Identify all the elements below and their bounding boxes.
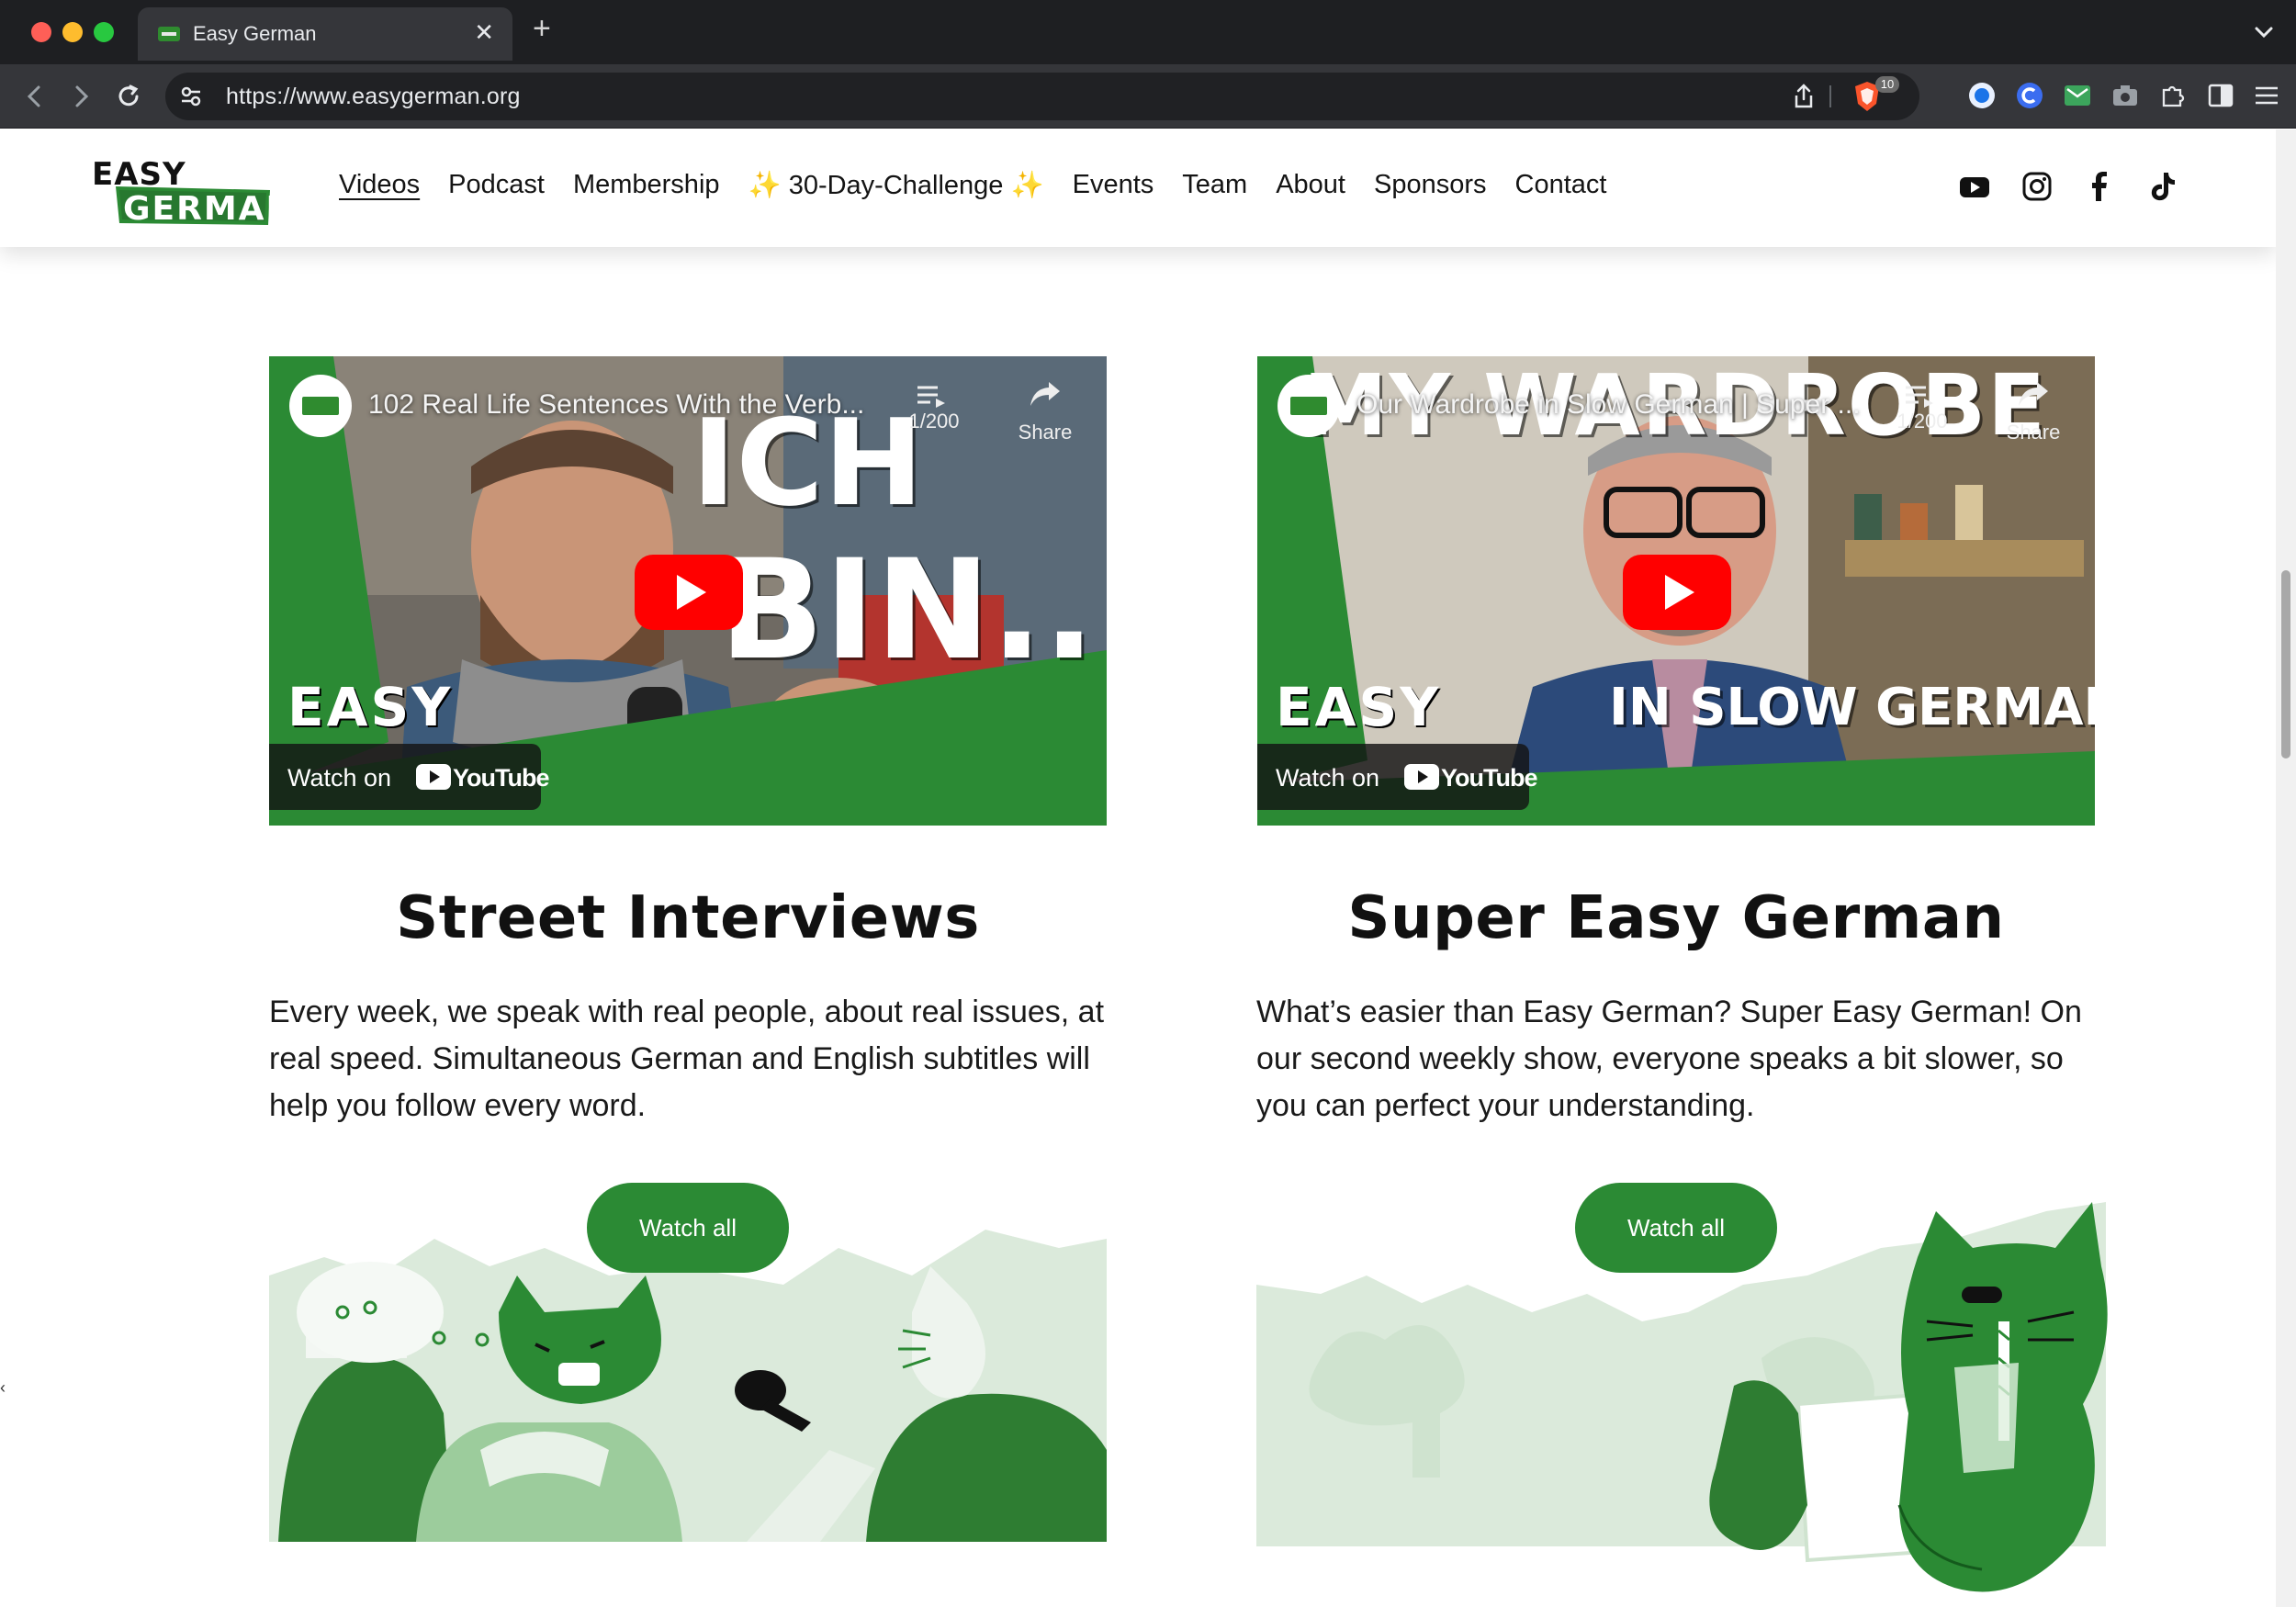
video-title[interactable]: 102 Real Life Sentences With the Verb... bbox=[368, 389, 864, 421]
sidebar-toggle-icon[interactable] bbox=[2204, 79, 2237, 112]
tab-title: Easy German bbox=[193, 22, 317, 45]
menu-icon[interactable] bbox=[2250, 79, 2283, 112]
web-page: EASY GERMAN Videos Podcast Membership ✨ … bbox=[0, 129, 2276, 1607]
youtube-logo: YouTube bbox=[1404, 762, 1537, 792]
page-scrollbar[interactable] bbox=[2276, 129, 2296, 1607]
browser-toolbar: https://www.easygerman.org 10 bbox=[0, 64, 2296, 129]
nav-item-contact[interactable]: Contact bbox=[1515, 170, 1607, 201]
nav-item-videos[interactable]: Videos bbox=[339, 170, 420, 201]
sparkle-icon: ✨ bbox=[748, 171, 782, 200]
address-bar[interactable]: https://www.easygerman.org 10 bbox=[165, 73, 1919, 120]
playlist-count: 1/200 bbox=[1896, 410, 1948, 433]
back-button[interactable] bbox=[18, 80, 51, 113]
youtube-label: YouTube bbox=[453, 764, 549, 792]
watch-on-label: Watch on bbox=[287, 764, 392, 792]
share-arrow-icon bbox=[1030, 382, 1060, 406]
share-label: Share bbox=[2006, 421, 2061, 444]
easy-german-logo[interactable]: EASY GERMAN bbox=[88, 153, 272, 227]
channel-avatar[interactable] bbox=[289, 375, 352, 437]
thumbnail-text: BIN... bbox=[719, 531, 1107, 691]
playlist-button[interactable]: 1/200 bbox=[1895, 384, 1950, 433]
playlist-icon bbox=[917, 386, 945, 408]
share-icon[interactable] bbox=[1791, 83, 1817, 110]
video-embed-super-easy-german[interactable]: MY WARDROBE IN SLOW GERMAN EASY Our Ward… bbox=[1257, 356, 2095, 826]
playlist-count: 1/200 bbox=[908, 410, 960, 433]
tiktok-icon[interactable] bbox=[2145, 170, 2178, 203]
favicon-icon bbox=[158, 27, 180, 41]
youtube-logo-icon bbox=[416, 764, 451, 790]
reload-button[interactable] bbox=[112, 80, 145, 113]
shield-count-badge: 10 bbox=[1875, 76, 1899, 93]
camera-extension-icon[interactable] bbox=[2109, 79, 2142, 112]
close-tab-icon[interactable]: ✕ bbox=[474, 18, 494, 47]
watch-on-youtube-button[interactable]: Watch on YouTube bbox=[1257, 744, 1537, 810]
main-nav: Videos Podcast Membership ✨ 30-Day-Chall… bbox=[339, 170, 1635, 201]
youtube-icon[interactable] bbox=[1958, 170, 1991, 203]
share-arrow-icon bbox=[2019, 382, 2048, 406]
url-text: https://www.easygerman.org bbox=[226, 84, 521, 109]
forward-button[interactable] bbox=[64, 80, 97, 113]
video-embed-street-interviews[interactable]: ICH BIN... EASY 102 Real Life Sentences … bbox=[269, 356, 1107, 826]
mail-extension-icon[interactable] bbox=[2061, 79, 2094, 112]
nav-item-label: 30-Day-Challenge bbox=[788, 171, 1004, 200]
section-description: What’s easier than Easy German? Super Ea… bbox=[1256, 995, 2082, 1123]
thumbnail-brand: EASY bbox=[1276, 676, 1442, 738]
close-window-button[interactable] bbox=[31, 22, 51, 42]
scrollbar-thumb[interactable] bbox=[2281, 570, 2290, 759]
watch-all-button[interactable]: Watch all bbox=[1575, 1183, 1777, 1273]
divider bbox=[1829, 85, 1831, 107]
nav-item-membership[interactable]: Membership bbox=[573, 170, 720, 201]
share-button[interactable]: Share bbox=[1004, 378, 1086, 444]
section-title-street-interviews: Street Interviews bbox=[396, 884, 980, 952]
minimize-window-button[interactable] bbox=[62, 22, 83, 42]
nav-item-podcast[interactable]: Podcast bbox=[448, 170, 545, 201]
site-settings-icon[interactable] bbox=[178, 84, 204, 109]
nav-item-about[interactable]: About bbox=[1276, 170, 1345, 201]
sparkle-icon: ✨ bbox=[1010, 171, 1044, 200]
play-button-icon[interactable] bbox=[1623, 555, 1731, 630]
section-description: Every week, we speak with real people, a… bbox=[269, 995, 1105, 1123]
site-header: EASY GERMAN Videos Podcast Membership ✨ … bbox=[0, 129, 2276, 247]
instagram-icon[interactable] bbox=[2020, 170, 2054, 203]
thumbnail-brand: EASY bbox=[287, 676, 454, 738]
youtube-label: YouTube bbox=[1441, 764, 1537, 792]
playlist-icon bbox=[1906, 386, 1933, 408]
maximize-window-button[interactable] bbox=[94, 22, 114, 42]
nav-item-sponsors[interactable]: Sponsors bbox=[1374, 170, 1487, 201]
share-button[interactable]: Share bbox=[1992, 378, 2075, 444]
extension-c-icon[interactable] bbox=[2013, 79, 2046, 112]
svg-text:GERMAN: GERMAN bbox=[123, 190, 272, 227]
cursor-marker: ‹ bbox=[0, 1378, 6, 1397]
facebook-icon[interactable] bbox=[2083, 170, 2116, 203]
playlist-button[interactable]: 1/200 bbox=[906, 384, 962, 433]
watch-on-youtube-button[interactable]: Watch on YouTube bbox=[269, 744, 549, 810]
channel-avatar[interactable] bbox=[1277, 375, 1340, 437]
nav-item-30-day-challenge[interactable]: ✨ 30-Day-Challenge ✨ bbox=[748, 170, 1044, 201]
youtube-logo-icon bbox=[1404, 764, 1439, 790]
thumbnail-text: IN SLOW GERMAN bbox=[1609, 678, 2095, 737]
youtube-logo: YouTube bbox=[416, 762, 549, 792]
new-tab-button[interactable]: + bbox=[533, 11, 551, 47]
browser-tab-bar: Easy German ✕ + bbox=[0, 0, 2296, 64]
watch-on-label: Watch on bbox=[1276, 764, 1380, 792]
chevron-down-icon[interactable] bbox=[2250, 18, 2278, 46]
share-label: Share bbox=[1018, 421, 1073, 444]
video-title[interactable]: Our Wardrobe in Slow German | Super ... bbox=[1356, 389, 1861, 421]
play-button-icon[interactable] bbox=[635, 555, 743, 630]
extensions-puzzle-icon[interactable] bbox=[2156, 79, 2189, 112]
nav-item-team[interactable]: Team bbox=[1182, 170, 1247, 201]
watch-all-button[interactable]: Watch all bbox=[587, 1183, 789, 1273]
translate-extension-icon[interactable] bbox=[1965, 79, 1998, 112]
nav-item-events[interactable]: Events bbox=[1073, 170, 1154, 201]
section-title-super-easy-german: Super Easy German bbox=[1347, 884, 2005, 952]
browser-tab[interactable]: Easy German ✕ bbox=[138, 7, 512, 61]
